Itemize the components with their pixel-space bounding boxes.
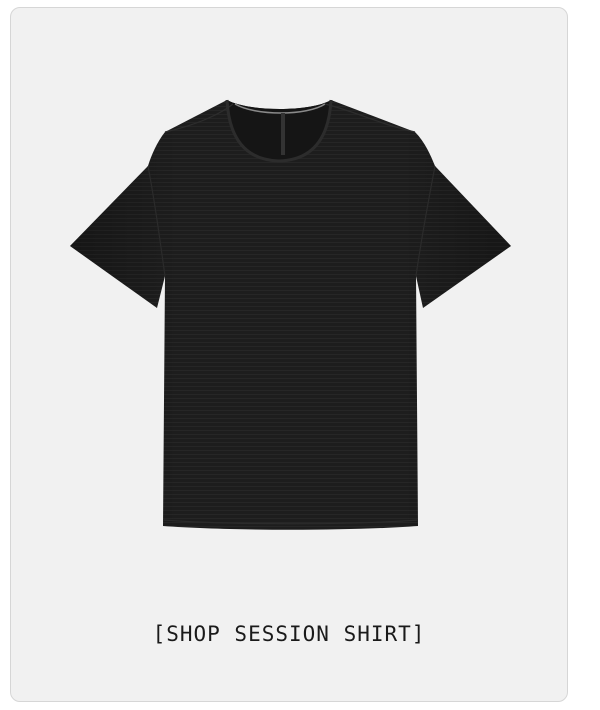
tshirt-icon (70, 99, 511, 530)
product-card[interactable]: [SHOP SESSION SHIRT] (10, 7, 568, 702)
shop-session-shirt-link[interactable]: [SHOP SESSION SHIRT] (11, 622, 567, 646)
product-image[interactable] (11, 8, 569, 568)
